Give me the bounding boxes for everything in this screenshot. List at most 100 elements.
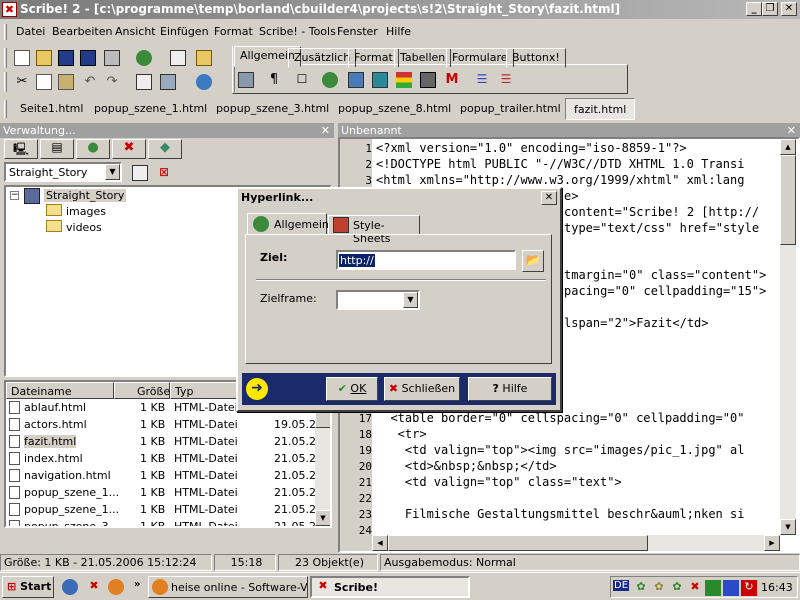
column-header-size[interactable]: Größe xyxy=(114,382,170,399)
tray-icon-5[interactable] xyxy=(705,580,721,596)
project-select[interactable]: Straight_Story ▼ xyxy=(4,162,122,182)
doc-tab-seite1[interactable]: Seite1.html xyxy=(12,98,91,120)
file-row[interactable]: index.html 1 KB HTML-Datei 21.05.2 xyxy=(6,450,316,467)
tab-buttonx[interactable]: Buttonx! xyxy=(506,48,566,68)
form-icon[interactable] xyxy=(420,72,436,88)
horizontal-rule-icon[interactable] xyxy=(396,72,412,88)
computer-icon[interactable]: 🖳 xyxy=(4,139,38,159)
menu-fenster[interactable]: Fenster xyxy=(337,25,378,38)
scroll-down-arrow[interactable]: ▼ xyxy=(315,510,330,526)
ok-button[interactable]: ✔ OK xyxy=(326,377,378,401)
scroll-thumb[interactable] xyxy=(780,155,796,245)
menu-bearbeiten[interactable]: Bearbeiten xyxy=(52,25,112,38)
quicklaunch-firefox-icon[interactable] xyxy=(108,579,124,595)
page-properties-icon[interactable] xyxy=(238,72,254,88)
doc-tab-popup-trailer[interactable]: popup_trailer.html xyxy=(452,98,569,120)
paragraph-icon[interactable]: ¶ xyxy=(266,72,282,88)
tab-format[interactable]: Format xyxy=(348,48,399,68)
open-window-icon[interactable] xyxy=(170,50,186,66)
language-indicator[interactable]: DE xyxy=(613,580,630,591)
menu-datei[interactable]: Datei xyxy=(16,25,45,38)
paste-icon[interactable] xyxy=(58,74,74,90)
tree-item-videos[interactable]: videos xyxy=(66,221,102,234)
minimize-button[interactable]: _ xyxy=(746,2,762,16)
find-icon[interactable] xyxy=(136,74,152,90)
maximize-button[interactable]: ❐ xyxy=(762,2,778,16)
file-row[interactable]: fazit.html 1 KB HTML-Datei 21.05.2 xyxy=(6,433,316,450)
line-break-icon[interactable]: ☐ xyxy=(294,72,310,88)
menu-ansicht[interactable]: Ansicht xyxy=(115,25,156,38)
quicklaunch-scribe-icon[interactable]: ✖ xyxy=(86,579,102,595)
dialog-tab-allgemein[interactable]: Allgemein xyxy=(247,213,329,235)
menu-hilfe[interactable]: Hilfe xyxy=(386,25,411,38)
tools-icon[interactable]: ✖ xyxy=(112,139,146,159)
project-close-icon[interactable]: ⊠ xyxy=(156,165,172,181)
tray-icon-2[interactable]: ✿ xyxy=(651,580,667,596)
scroll-thumb[interactable] xyxy=(388,535,648,551)
task-firefox[interactable]: heise online - Software-V... xyxy=(148,576,308,598)
globe-icon[interactable] xyxy=(196,74,212,90)
task-scribe[interactable]: ✖ Scribe! xyxy=(310,576,470,598)
menu-einfuegen[interactable]: Einfügen xyxy=(160,25,209,38)
tab-zusaetzlich[interactable]: Zusätzlich xyxy=(288,48,357,68)
open-folder-icon[interactable] xyxy=(36,50,52,66)
save-all-icon[interactable] xyxy=(80,50,96,66)
scroll-up-arrow[interactable]: ▲ xyxy=(780,139,796,155)
editor-vscrollbar[interactable]: ▲ ▼ xyxy=(780,139,796,535)
tree-item-images[interactable]: images xyxy=(66,205,106,218)
help-button[interactable]: ? Hilfe xyxy=(468,377,552,401)
file-row[interactable]: popup_szene_3... 1 KB HTML-Datei 21.05.2 xyxy=(6,518,316,526)
scroll-right-arrow[interactable]: ▶ xyxy=(764,535,780,551)
tree-collapse-icon[interactable]: − xyxy=(10,191,19,200)
copy-icon[interactable] xyxy=(36,74,52,90)
doc-tab-fazit[interactable]: fazit.html xyxy=(565,98,636,120)
undo-icon[interactable]: ↶ xyxy=(82,74,98,90)
tray-network-icon[interactable]: ✿ xyxy=(633,580,649,596)
chevron-down-icon[interactable]: ▼ xyxy=(105,164,120,180)
dialog-close-button[interactable]: ✕ xyxy=(541,191,557,205)
doc-tab-popup-szene-1[interactable]: popup_szene_1.html xyxy=(86,98,215,120)
tray-icon-6[interactable] xyxy=(723,580,739,596)
meta-icon[interactable]: M xyxy=(444,72,460,88)
browse-file-button[interactable]: 📂 xyxy=(522,250,544,272)
column-header-name[interactable]: Dateiname xyxy=(6,382,114,399)
redo-icon[interactable]: ↷ xyxy=(104,74,120,90)
file-row[interactable]: popup_szene_1... 1 KB HTML-Datei 21.05.2 xyxy=(6,501,316,518)
numbered-list-icon[interactable]: ☰ xyxy=(498,72,514,88)
start-button[interactable]: ⊞ Start xyxy=(2,576,54,598)
cut-icon[interactable]: ✂ xyxy=(14,74,30,90)
editor-hscrollbar[interactable]: ◀ ▶ xyxy=(372,535,780,551)
scroll-left-arrow[interactable]: ◀ xyxy=(372,535,388,551)
dialog-tab-style-sheets[interactable]: Style-Sheets xyxy=(328,215,420,245)
zielframe-select[interactable]: ▼ xyxy=(336,290,420,310)
hyperlink-icon[interactable] xyxy=(322,72,338,88)
panel-close-icon[interactable]: ✕ xyxy=(321,123,330,138)
new-file-icon[interactable] xyxy=(14,50,30,66)
quicklaunch-ie-icon[interactable] xyxy=(62,579,78,595)
doc-tab-popup-szene-8[interactable]: popup_szene_8.html xyxy=(330,98,459,120)
menu-format[interactable]: Format xyxy=(214,25,253,38)
file-row[interactable]: navigation.html 1 KB HTML-Datei 21.05.2 xyxy=(6,467,316,484)
tree-root[interactable]: Straight_Story xyxy=(44,189,127,202)
tray-icon-3[interactable]: ✿ xyxy=(669,580,685,596)
package-icon[interactable]: ◆ xyxy=(148,139,182,159)
tab-formulare[interactable]: Formulare xyxy=(446,48,514,68)
close-button[interactable]: ✕ xyxy=(781,2,797,16)
tray-icon-4[interactable]: ✖ xyxy=(687,580,703,596)
menu-scribe-tools[interactable]: Scribe! - Tools xyxy=(259,25,336,38)
file-row[interactable]: actors.html 1 KB HTML-Datei 19.05.2 xyxy=(6,416,316,433)
quicklaunch-more-icon[interactable]: » xyxy=(134,579,140,590)
browser-preview-icon[interactable] xyxy=(136,50,152,66)
folder-icon[interactable] xyxy=(196,50,212,66)
close-dialog-button[interactable]: ✖ Schließen xyxy=(384,377,460,401)
print-icon[interactable] xyxy=(104,50,120,66)
replace-icon[interactable] xyxy=(160,74,176,90)
doc-tab-popup-szene-3[interactable]: popup_szene_3.html xyxy=(208,98,337,120)
image-icon[interactable] xyxy=(348,72,364,88)
chevron-down-icon[interactable]: ▼ xyxy=(403,292,418,308)
ziel-input[interactable]: http:// xyxy=(336,250,516,270)
file-row[interactable]: popup_szene_1... 1 KB HTML-Datei 21.05.2 xyxy=(6,484,316,501)
tray-icon-7[interactable]: ↻ xyxy=(741,580,757,596)
document-icon[interactable]: ▤ xyxy=(40,139,74,159)
project-settings-icon[interactable] xyxy=(132,165,148,181)
